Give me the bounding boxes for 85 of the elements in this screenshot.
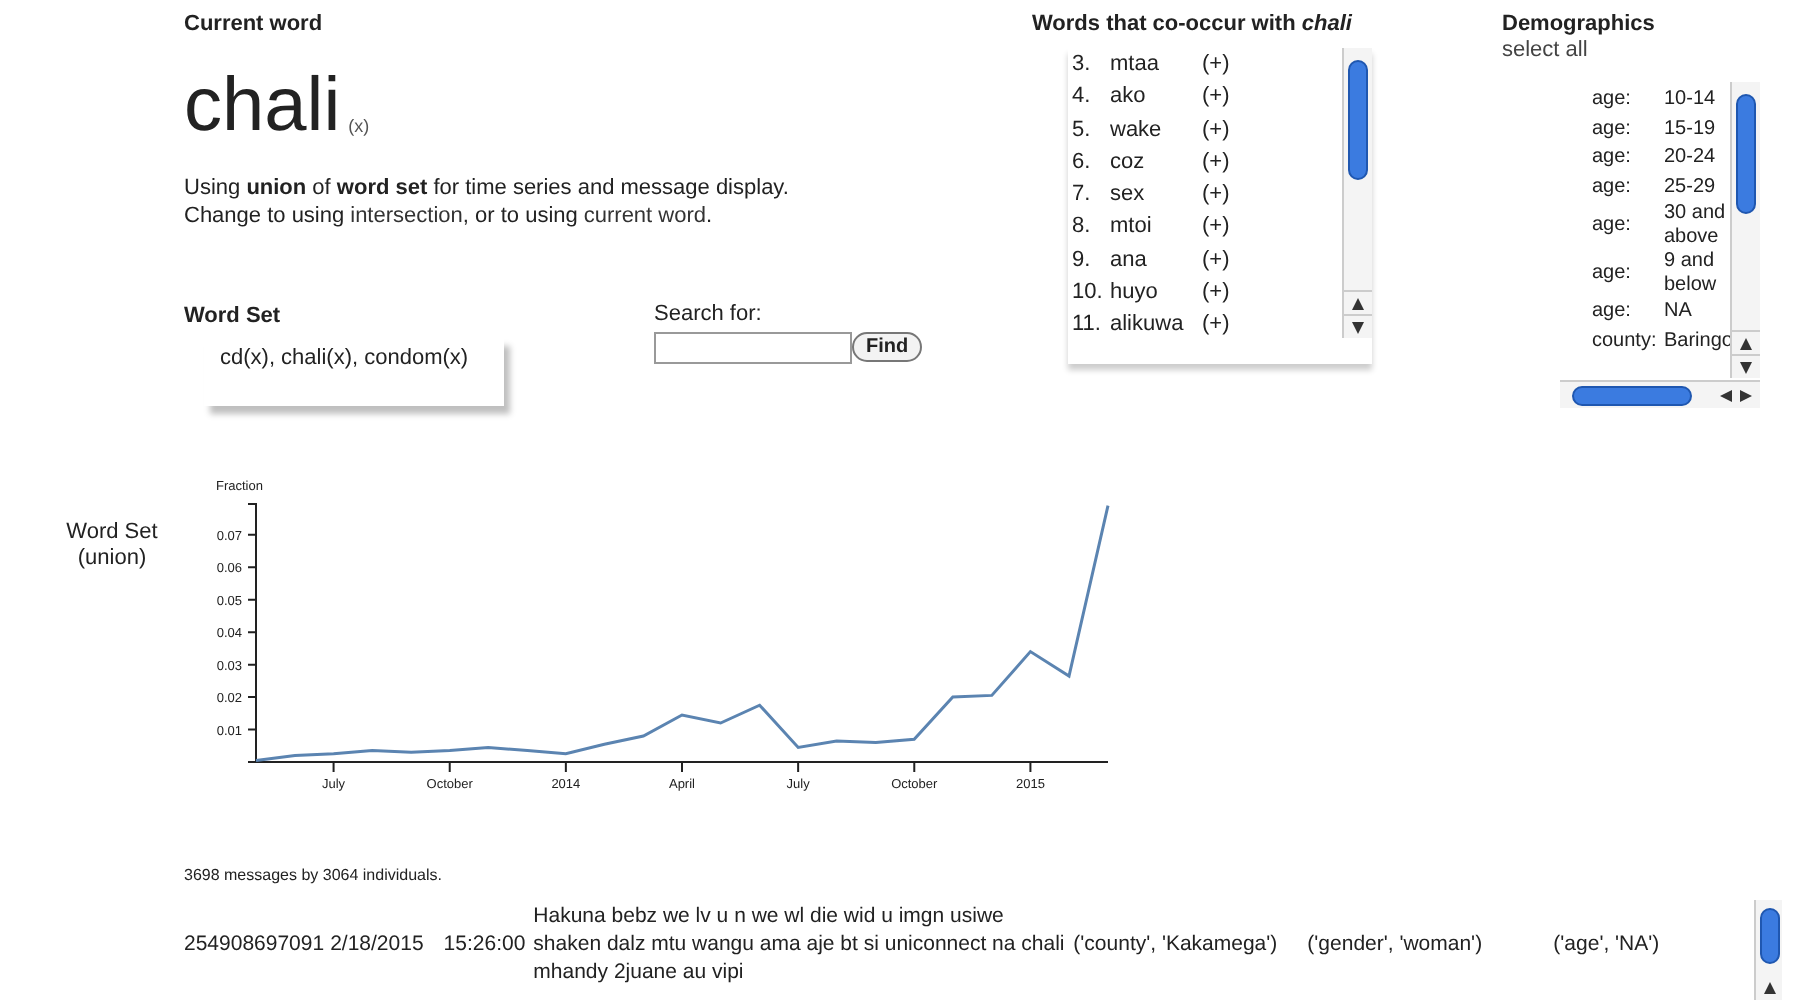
field-value[interactable]: 20-24 [1664,146,1732,171]
rank-number: 6. [1072,147,1093,178]
field-value[interactable]: NA [1664,300,1732,325]
description-text: . [706,201,713,229]
scroll-left-arrow-icon[interactable] [1720,389,1732,401]
field-value[interactable]: 25-29 [1664,175,1732,200]
scroll-up-arrow-icon[interactable] [1763,982,1775,994]
field-label: age: [1592,214,1633,238]
scroll-thumb[interactable] [1348,60,1368,180]
rank-number: 9. [1072,245,1093,276]
current-word-link[interactable]: current word [583,201,707,229]
add-link[interactable]: (+) [1202,48,1230,81]
add-link[interactable]: (+) [1202,80,1230,114]
rank-number: 4. [1072,82,1093,113]
word-item[interactable]: sex [1110,178,1202,211]
find-button[interactable]: Find [852,332,923,362]
field-label: age: [1592,88,1633,113]
add-link[interactable]: (+) [1202,243,1230,277]
scrollbar[interactable] [1754,900,1782,1000]
add-link[interactable]: (+) [1202,145,1230,179]
table-cell-text: ('gender', 'woman') [1307,930,1485,958]
rank-number: 11. [1072,310,1103,341]
select-all-link[interactable]: select all [1502,34,1588,67]
word-item[interactable]: coz [1110,145,1202,179]
rank-number: 10. [1072,278,1105,309]
add-link[interactable]: (+) [1202,178,1230,211]
add-link[interactable]: (+) [1202,210,1230,244]
word-item[interactable]: huyo [1110,276,1202,309]
field-value[interactable]: 9 and below [1664,250,1732,298]
rank-number: 7. [1072,180,1093,211]
add-link[interactable]: (+) [1202,276,1230,309]
scroll-thumb[interactable] [1572,385,1692,405]
scroll-up-arrow-icon[interactable] [1352,297,1364,309]
series-label: Word Set [64,520,160,546]
scrollbar[interactable] [1342,48,1372,338]
field-value[interactable]: 10-14 [1664,88,1732,113]
section-heading: Word Set [184,302,283,332]
word-item[interactable]: mtaa [1110,48,1202,81]
horizontal-scrollbar[interactable] [1560,380,1760,408]
scroll-thumb[interactable] [1759,908,1779,964]
table-cell-text: Hakuna bebz we lv u n we wl die wid u imgn usiwe shaken dalz mtu wangu ama aje bt si uniconnect na chali mhandy 2juane au vipi [533,902,1067,986]
scroll-right-arrow-icon[interactable] [1740,389,1752,401]
search-label: Search for: [654,300,764,330]
add-link[interactable]: (+) [1202,113,1230,146]
field-value[interactable]: Baringo [1664,329,1732,354]
section-heading: Words that co-occur with chali [1032,10,1352,40]
word-item[interactable]: mtoi [1110,210,1202,244]
word-item[interactable]: wake [1110,113,1202,146]
rank-number: 5. [1072,115,1093,146]
current-word: chali [184,65,341,145]
field-label: age: [1592,146,1633,171]
scroll-up-arrow-icon[interactable] [1740,337,1752,349]
table-cell: 15:26:00 [443,930,526,958]
section-heading: Demographics [1502,10,1655,40]
word-item[interactable]: ana [1110,243,1202,277]
description-text: Using union of word set for time series and message display. [184,173,791,201]
table-cell-text: ('county', 'Kakamega') [1073,930,1280,958]
table-cell: 2/18/2015 [330,930,424,958]
field-label: age: [1592,262,1633,286]
table-cell: 254908697091 [184,930,325,958]
add-link[interactable]: (+) [1202,308,1230,342]
scrollbar[interactable] [1730,82,1760,378]
rank-number: 3. [1072,50,1093,80]
field-label: age: [1592,175,1633,200]
word-item[interactable]: alikuwa [1110,308,1202,342]
rank-number: 8. [1072,212,1093,243]
scroll-down-arrow-icon[interactable] [1352,321,1364,333]
field-label: county: [1592,329,1659,354]
field-value[interactable]: 15-19 [1664,117,1732,142]
message-count: 3698 messages by 3064 individuals. [184,864,442,888]
word-set-box: cd(x), chali(x), condom(x) [204,337,504,405]
field-value[interactable]: 30 and above [1664,202,1732,250]
section-heading: Current word [184,10,325,40]
field-label: age: [1592,117,1633,142]
table-cell: ('age', 'NA') [1553,930,1660,958]
field-label: age: [1592,300,1633,325]
description-text: Change to using [184,201,345,229]
remove-link[interactable]: (x) [348,114,370,141]
description-text: , or to using [462,201,578,229]
scroll-thumb[interactable] [1736,94,1756,214]
intersection-link[interactable]: intersection [350,201,463,229]
series-label: (union) [75,546,149,572]
word-item[interactable]: ako [1110,80,1202,114]
scroll-down-arrow-icon[interactable] [1740,361,1752,373]
search-field[interactable] [654,331,852,363]
